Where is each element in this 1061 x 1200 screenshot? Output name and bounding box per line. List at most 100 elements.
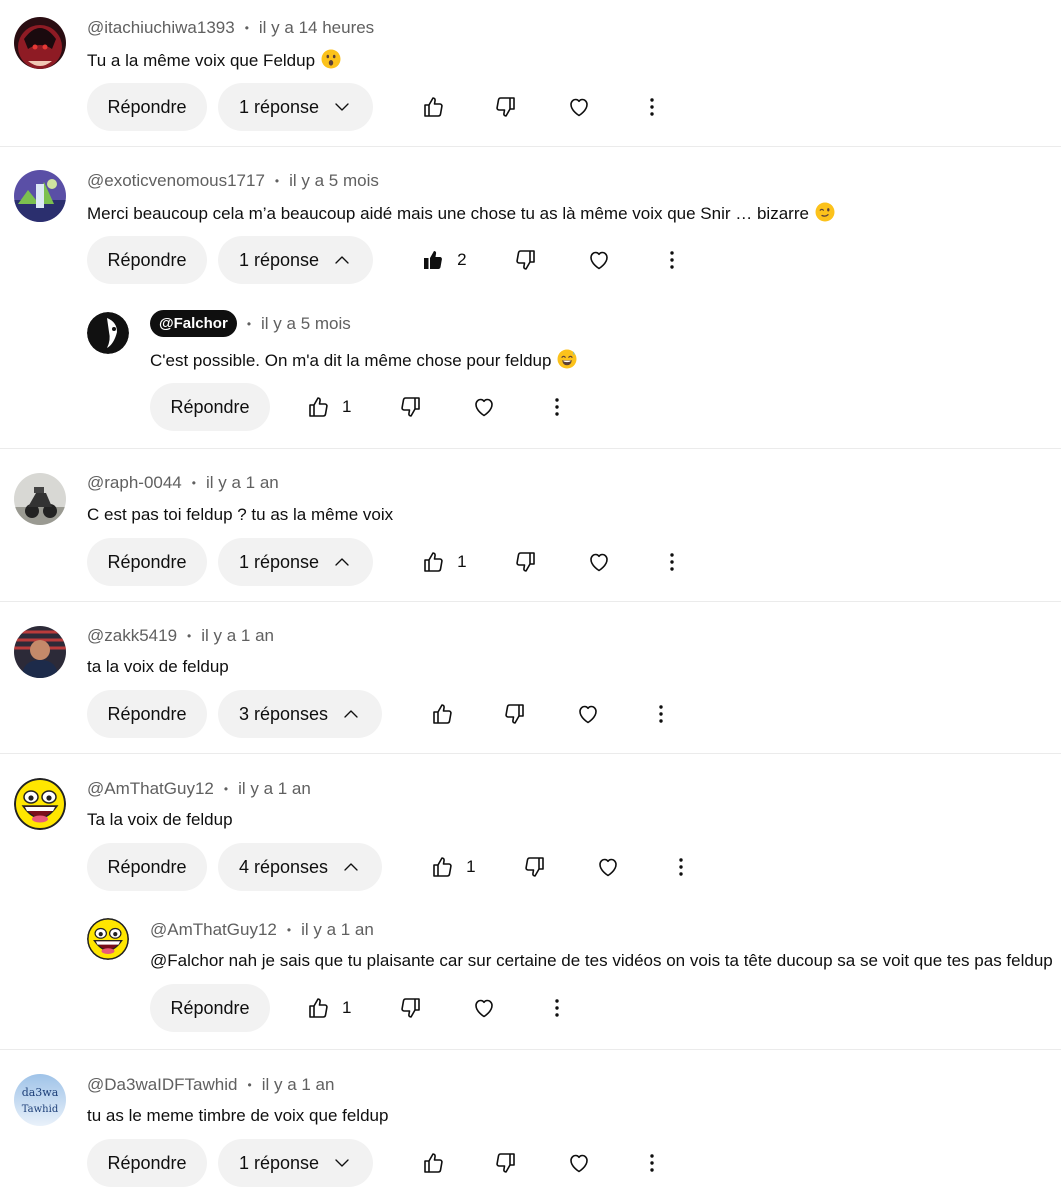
dislike-button[interactable]	[488, 1145, 524, 1181]
dislike-button[interactable]	[508, 544, 544, 580]
reply-button[interactable]: Répondre	[87, 1139, 207, 1187]
more-actions-button[interactable]	[539, 389, 575, 425]
like-button[interactable]	[300, 389, 336, 425]
like-button[interactable]	[415, 242, 451, 278]
comment-text: C est pas toi feldup ? tu as la même voi…	[87, 505, 393, 525]
like-button[interactable]	[415, 1145, 451, 1181]
author-name[interactable]: @AmThatGuy12	[150, 920, 277, 940]
avatar[interactable]	[14, 778, 66, 830]
like-button[interactable]	[300, 990, 336, 1026]
reply-button[interactable]: Répondre	[87, 83, 207, 131]
reply-time[interactable]: il y a 1 an	[301, 920, 374, 940]
meta-dot: •	[187, 629, 192, 643]
thumb-down-icon	[494, 95, 518, 119]
heart-icon	[596, 855, 620, 879]
comment-time[interactable]: il y a 1 an	[262, 1075, 335, 1095]
comment-time[interactable]: il y a 1 an	[238, 779, 311, 799]
heart-button[interactable]	[581, 242, 617, 278]
reply-actions: Répondre 1	[150, 984, 575, 1032]
reply-button[interactable]: Répondre	[87, 843, 207, 891]
reply-button[interactable]: Répondre	[87, 690, 207, 738]
avatar-text: Tawhid	[22, 1104, 59, 1115]
more-vert-icon	[669, 855, 693, 879]
author-name[interactable]: @zakk5419	[87, 626, 177, 646]
heart-button[interactable]	[561, 1145, 597, 1181]
reply-button[interactable]: Répondre	[87, 236, 207, 284]
meta-dot: •	[274, 174, 280, 188]
author-name[interactable]: @exoticvenomous1717	[87, 171, 265, 191]
channel-owner-badge[interactable]: @Falchor	[150, 310, 237, 337]
thumb-down-icon	[514, 550, 538, 574]
more-actions-button[interactable]	[634, 1145, 670, 1181]
comment-time[interactable]: il y a 5 mois	[289, 171, 379, 191]
like-button[interactable]	[415, 544, 451, 580]
thumb-up-icon	[306, 996, 330, 1020]
like-button[interactable]	[424, 849, 460, 885]
view-replies-button[interactable]: 1 réponse	[218, 83, 374, 131]
comment-time[interactable]: il y a 1 an	[206, 473, 279, 493]
reply-avatar[interactable]	[87, 918, 129, 960]
author-name[interactable]: @AmThatGuy12	[87, 779, 214, 799]
chevron-up-icon	[333, 553, 351, 571]
avatar[interactable]: da3wa Tawhid	[14, 1074, 66, 1126]
avatar[interactable]	[14, 473, 66, 525]
avatar[interactable]	[14, 17, 66, 69]
thumb-down-icon	[523, 855, 547, 879]
comment-time[interactable]: il y a 14 heures	[259, 18, 374, 38]
reply-text: C'est possible. On m'a dit la même chose…	[150, 349, 577, 371]
reply-button[interactable]: Répondre	[87, 538, 207, 586]
more-vert-icon	[640, 95, 664, 119]
divider	[0, 448, 1061, 449]
comment-text: Tu a la même voix que Feldup	[87, 49, 341, 71]
heart-icon	[587, 550, 611, 574]
like-button[interactable]	[424, 696, 460, 732]
thumb-up-icon	[421, 550, 445, 574]
replies-count-label: 1 réponse	[239, 249, 320, 270]
comment-meta: @Da3waIDFTawhid • il y a 1 an	[87, 1075, 334, 1095]
author-name[interactable]: @itachiuchiwa1393	[87, 18, 235, 38]
heart-button[interactable]	[581, 544, 617, 580]
avatar[interactable]	[14, 626, 66, 678]
more-vert-icon	[660, 550, 684, 574]
dislike-button[interactable]	[393, 389, 429, 425]
more-actions-button[interactable]	[663, 849, 699, 885]
hide-replies-button[interactable]: 3 réponses	[218, 690, 383, 738]
reply-button[interactable]: Répondre	[150, 984, 270, 1032]
more-actions-button[interactable]	[654, 242, 690, 278]
like-count: 2	[457, 250, 467, 269]
dislike-button[interactable]	[517, 849, 553, 885]
author-name[interactable]: @Da3waIDFTawhid	[87, 1075, 237, 1095]
like-button[interactable]	[415, 89, 451, 125]
hide-replies-button[interactable]: 4 réponses	[218, 843, 383, 891]
more-actions-button[interactable]	[654, 544, 690, 580]
heart-button[interactable]	[466, 990, 502, 1026]
more-actions-button[interactable]	[539, 990, 575, 1026]
comment-actions: Répondre 1 réponse	[87, 1139, 670, 1187]
more-actions-button[interactable]	[643, 696, 679, 732]
like-count: 1	[342, 998, 352, 1017]
thumb-up-filled-icon	[421, 248, 445, 272]
reply-time[interactable]: il y a 5 mois	[261, 314, 351, 334]
comment-time[interactable]: il y a 1 an	[201, 626, 274, 646]
author-name[interactable]: @raph-0044	[87, 473, 182, 493]
more-actions-button[interactable]	[634, 89, 670, 125]
hide-replies-button[interactable]: 1 réponse	[218, 236, 374, 284]
heart-button[interactable]	[570, 696, 606, 732]
replies-count-label: 1 réponse	[239, 551, 320, 572]
reply-avatar[interactable]	[87, 312, 129, 354]
dislike-button[interactable]	[393, 990, 429, 1026]
reply-button[interactable]: Répondre	[150, 383, 270, 431]
hide-replies-button[interactable]: 1 réponse	[218, 538, 374, 586]
dislike-button[interactable]	[488, 89, 524, 125]
thumb-down-icon	[503, 702, 527, 726]
heart-button[interactable]	[466, 389, 502, 425]
dislike-button[interactable]	[508, 242, 544, 278]
heart-button[interactable]	[561, 89, 597, 125]
dislike-button[interactable]	[497, 696, 533, 732]
avatar[interactable]	[14, 170, 66, 222]
heart-icon	[567, 1151, 591, 1175]
heart-button[interactable]	[590, 849, 626, 885]
comment-actions: Répondre 3 réponses	[87, 690, 679, 738]
comment-text-body: Ta la voix de feldup	[87, 810, 233, 829]
view-replies-button[interactable]: 1 réponse	[218, 1139, 374, 1187]
